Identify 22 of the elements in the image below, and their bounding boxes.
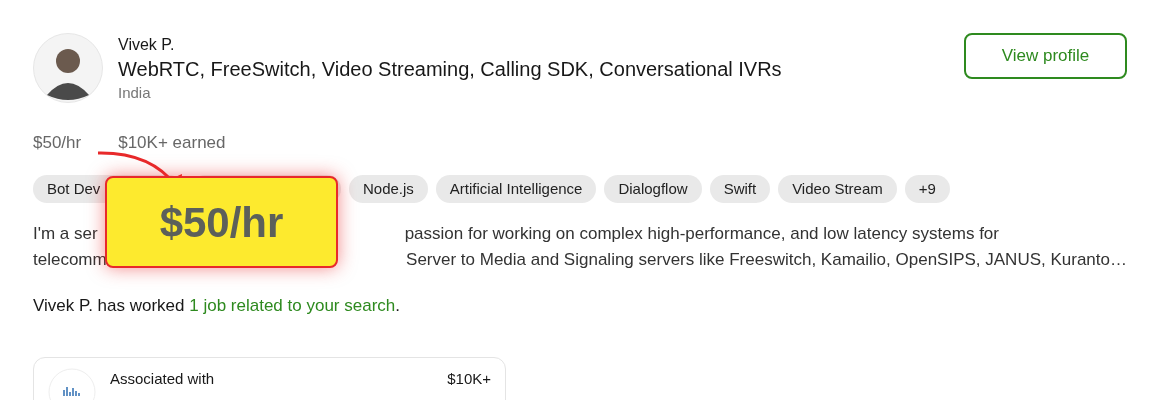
- job-card-label: Associated with: [110, 370, 215, 388]
- skill-tag[interactable]: Video Stream: [778, 175, 897, 203]
- skill-tag[interactable]: Dialogflow: [604, 175, 702, 203]
- description-text: telecomm: [33, 249, 107, 271]
- stat-text: $50/hr: [33, 133, 82, 153]
- description-text: passion for working on complex high-performance, and low latency systems for: [404, 223, 999, 245]
- job-card-amount: $10K+: [447, 370, 491, 388]
- view-profile-button[interactable]: View profile: [964, 33, 1127, 79]
- description-text: I'm a ser: [33, 223, 98, 245]
- skill-tag[interactable]: Swift: [709, 175, 771, 203]
- freelancer-name: Vivek P.: [118, 35, 176, 55]
- avatar: [33, 33, 103, 103]
- skill-tag[interactable]: +9: [904, 175, 950, 203]
- work-history-text: Vivek P. has worked 1 job related to your search.: [33, 295, 401, 317]
- rate-tooltip: $50/hr: [105, 176, 338, 268]
- stat-text: $10K+ earned: [118, 133, 226, 153]
- profile-title: WebRTC, FreeSwitch, Video Streaming, Calling SDK, Conversational IVRs: [118, 57, 782, 82]
- description-text: Server to Media and Signaling servers like Freeswitch, Kamailio, OpenSIPS, JANUS, Kuranto…: [406, 249, 1127, 271]
- skill-tag[interactable]: Node.js: [349, 175, 428, 203]
- related-jobs-link[interactable]: 1 job related to your search: [189, 296, 396, 315]
- location: India: [118, 83, 152, 103]
- skill-tag[interactable]: Artificial Intelligence: [435, 175, 597, 203]
